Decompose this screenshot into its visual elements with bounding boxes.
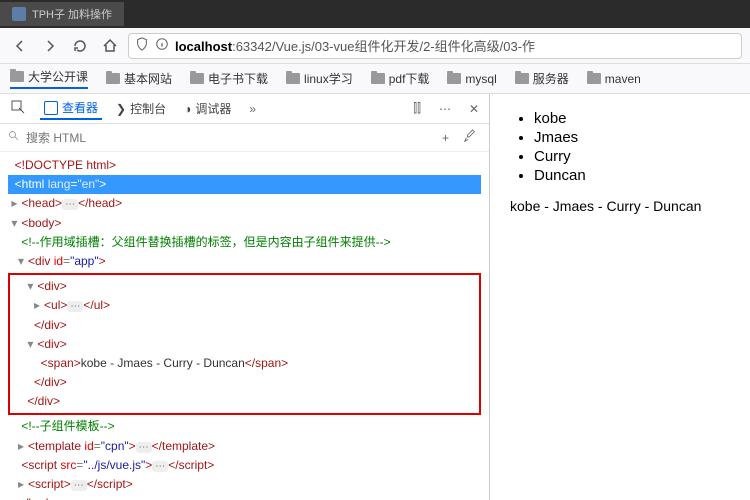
tab-title: TPH子 加料操作 (32, 6, 112, 22)
list-item: Jmaes (534, 129, 730, 146)
code-line[interactable]: ▸<ul>⋯</ul> (14, 296, 475, 315)
name-list: kobe Jmaes Curry Duncan (510, 110, 730, 184)
bookmark-item[interactable]: maven (587, 72, 641, 86)
browser-tab-bar: TPH子 加料操作 (0, 0, 750, 28)
bookmark-item[interactable]: mysql (447, 72, 496, 86)
folder-icon (10, 71, 24, 82)
code-line[interactable]: </div> (14, 316, 475, 335)
code-line[interactable]: <!DOCTYPE html> (8, 156, 481, 175)
devtools-toolbar: 查看器 ❯控制台 ◑调试器 » ⫿⫿ ⋯ ✕ (0, 94, 489, 124)
highlighted-region: ▾<div> ▸<ul>⋯</ul> </div> ▾<div> <span>k… (8, 273, 481, 415)
element-picker-icon[interactable] (6, 99, 30, 118)
tab-favicon (12, 7, 26, 21)
debugger-icon: ◑ (184, 102, 191, 116)
tab-console[interactable]: ❯控制台 (112, 98, 170, 119)
search-input[interactable] (26, 131, 432, 145)
back-button[interactable] (8, 34, 32, 58)
bookmark-item[interactable]: linux学习 (286, 70, 353, 87)
responsive-icon[interactable]: ⫿⫿ (409, 101, 425, 116)
joined-text: kobe - Jmaes - Curry - Duncan (510, 198, 730, 214)
bookmark-item[interactable]: 基本网站 (106, 70, 172, 87)
bookmark-item[interactable]: 服务器 (515, 70, 569, 87)
devtools-panel: 查看器 ❯控制台 ◑调试器 » ⫿⫿ ⋯ ✕ + <!DOCTYPE html>… (0, 94, 490, 500)
inspector-icon (44, 101, 58, 115)
bookmark-item[interactable]: 电子书下载 (190, 70, 268, 87)
code-line[interactable]: </body> (8, 494, 481, 500)
tab-inspector[interactable]: 查看器 (40, 97, 102, 120)
folder-icon (447, 73, 461, 84)
more-tabs-icon[interactable]: » (245, 102, 260, 116)
reload-button[interactable] (68, 34, 92, 58)
more-menu-icon[interactable]: ⋯ (435, 102, 455, 116)
devtools-search: + (0, 124, 489, 152)
url-text: localhost:63342/Vue.js/03-vue组件化开发/2-组件化… (175, 36, 535, 55)
folder-icon (190, 73, 204, 84)
code-line[interactable]: ▸<head>⋯</head> (8, 194, 481, 213)
url-bar[interactable]: localhost:63342/Vue.js/03-vue组件化开发/2-组件化… (128, 33, 742, 59)
code-line[interactable]: ▸<template id="cpn">⋯</template> (8, 437, 481, 456)
browser-tab[interactable]: TPH子 加料操作 (0, 2, 124, 26)
forward-button[interactable] (38, 34, 62, 58)
folder-icon (587, 73, 601, 84)
code-line[interactable]: <script src="../js/vue.js">⋯</script> (8, 456, 481, 475)
close-icon[interactable]: ✕ (465, 102, 483, 116)
bookmarks-bar: 大学公开课 基本网站 电子书下载 linux学习 pdf下载 mysql 服务器… (0, 64, 750, 94)
code-line[interactable]: ▾<div> (14, 277, 475, 296)
tab-debugger[interactable]: ◑调试器 (180, 98, 235, 119)
add-icon[interactable]: + (438, 131, 453, 145)
folder-icon (515, 73, 529, 84)
home-button[interactable] (98, 34, 122, 58)
list-item: Curry (534, 148, 730, 165)
navigation-toolbar: localhost:63342/Vue.js/03-vue组件化开发/2-组件化… (0, 28, 750, 64)
folder-icon (286, 73, 300, 84)
console-icon: ❯ (116, 102, 126, 116)
code-line[interactable]: </div> (14, 392, 475, 411)
list-item: Duncan (534, 167, 730, 184)
bookmark-item[interactable]: pdf下载 (371, 70, 430, 87)
code-line[interactable]: ▸<script>⋯</script> (8, 475, 481, 494)
code-line[interactable]: ▾<div id="app"> (8, 252, 481, 271)
code-line-selected[interactable]: <html lang="en"> (8, 175, 481, 194)
code-line[interactable]: </div> (14, 373, 475, 392)
folder-icon (106, 73, 120, 84)
list-item: kobe (534, 110, 730, 127)
code-line[interactable]: <!--作用域插槽：父组件替换插槽的标签，但是内容由子组件来提供--> (8, 233, 481, 252)
code-line[interactable]: ▾<body> (8, 214, 481, 233)
folder-icon (371, 73, 385, 84)
dom-tree[interactable]: <!DOCTYPE html> <html lang="en"> ▸<head>… (0, 152, 489, 500)
search-icon (8, 130, 20, 145)
info-icon (155, 37, 169, 54)
rendered-page: kobe Jmaes Curry Duncan kobe - Jmaes - C… (490, 94, 750, 500)
code-line[interactable]: <!--子组件模板--> (8, 417, 481, 436)
code-line[interactable]: <span>kobe - Jmaes - Curry - Duncan</spa… (14, 354, 475, 373)
bookmark-item[interactable]: 大学公开课 (10, 68, 88, 89)
code-line[interactable]: ▾<div> (14, 335, 475, 354)
shield-icon (135, 37, 149, 54)
eyedropper-icon[interactable] (459, 129, 481, 146)
